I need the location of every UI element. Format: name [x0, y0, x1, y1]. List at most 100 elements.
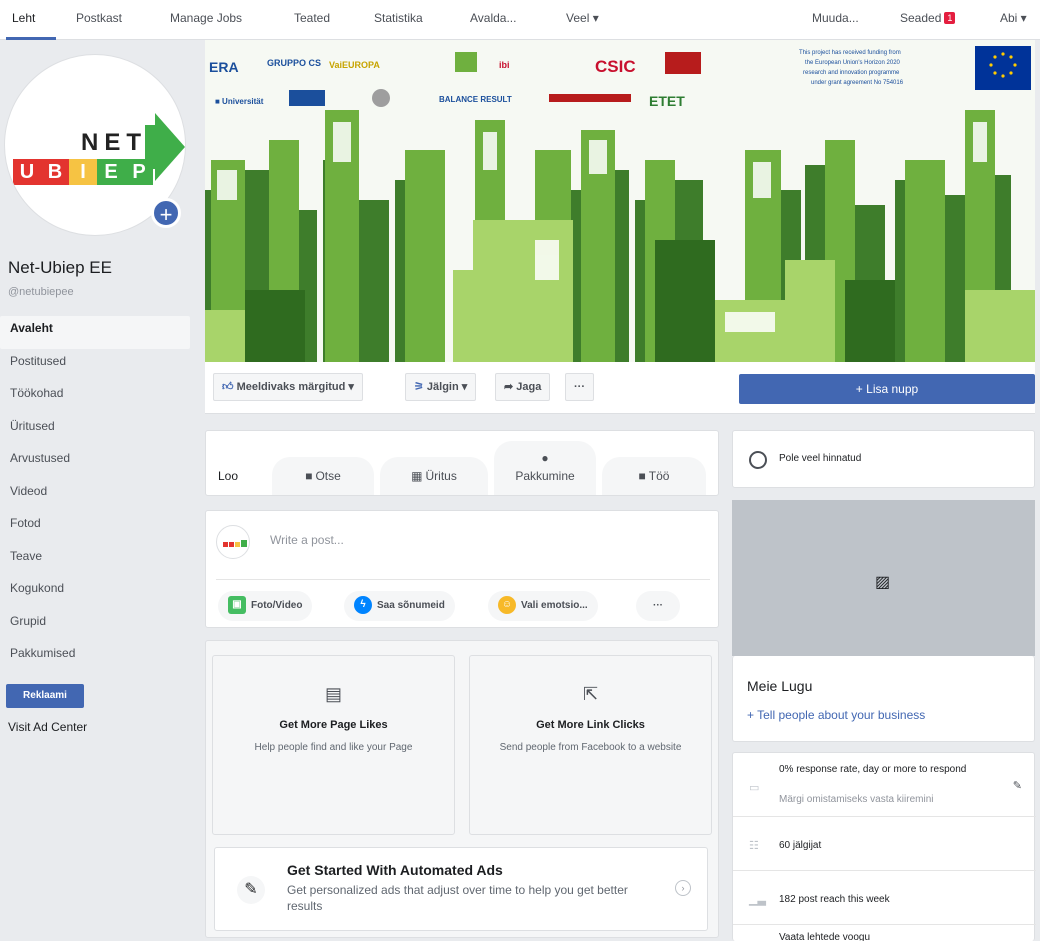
rating-text: Pole veel hinnatud	[779, 453, 862, 464]
sidebar-item-community[interactable]: Kogukond	[0, 576, 190, 609]
help-menu[interactable]: Abi ▾	[1000, 11, 1027, 25]
tab-inbox[interactable]: Postkast	[76, 11, 122, 25]
chevron-right-icon[interactable]: ›	[675, 880, 691, 896]
following-label: Jälgin ▾	[426, 381, 468, 393]
tab-offer[interactable]: ● Pakkumine	[494, 441, 596, 495]
pages-feed-row[interactable]: Vaata lehtede voogu	[733, 925, 1036, 941]
tab-live[interactable]: ■ Otse	[272, 457, 374, 495]
left-sidebar: NET U B I E P + Net-Ubiep EE @netubiepee…	[0, 40, 200, 941]
feeling-label: Vali emotsio...	[521, 600, 588, 611]
sidebar-item-posts[interactable]: Postitused	[0, 349, 190, 382]
settings-label: Seaded	[900, 11, 942, 25]
logo-letter: E	[97, 159, 125, 185]
page-avatar	[216, 525, 250, 559]
automated-ads-card[interactable]: ✎ Get Started With Automated Ads Get per…	[214, 847, 708, 931]
page-handle[interactable]: @netubiepee	[8, 286, 74, 298]
following-button[interactable]: ⚞ Jälgin ▾	[405, 373, 477, 401]
page-nav-list: Avaleht Postitused Töökohad Üritused Arv…	[0, 316, 190, 674]
svg-text:research and innovation progra: research and innovation programme	[803, 70, 900, 76]
our-story-card: Meie Lugu + Tell people about your busin…	[732, 656, 1035, 742]
tell-people-link[interactable]: + Tell people about your business	[747, 708, 925, 722]
sidebar-item-videos[interactable]: Videod	[0, 479, 190, 512]
settings-link[interactable]: Seaded 1	[900, 11, 956, 25]
liked-label: Meeldivaks märgitud ▾	[236, 381, 354, 393]
get-messages-button[interactable]: ϟ Saa sõnumeid	[344, 591, 455, 621]
sidebar-item-events[interactable]: Üritused	[0, 414, 190, 447]
share-button[interactable]: ➦ Jaga	[495, 373, 551, 401]
post-reach-text: 182 post reach this week	[779, 894, 890, 905]
sidebar-item-reviews[interactable]: Arvustused	[0, 446, 190, 479]
tab-more[interactable]: Veel ▾	[566, 11, 599, 25]
create-post-tabs: Loo ■ Otse ▦ Üritus ● Pakkumine ■ Töö	[205, 430, 719, 496]
pages-feed-link: Vaata lehtede voogu	[779, 932, 871, 941]
sidebar-item-offers[interactable]: Pakkumised	[0, 641, 190, 674]
promo-page-likes[interactable]: ▤ Get More Page Likes Help people find a…	[212, 655, 455, 835]
svg-text:This project has received fund: This project has received funding from	[799, 50, 901, 56]
automated-ads-description: Get personalized ads that adjust over ti…	[287, 883, 628, 913]
page-name: Net-Ubiep EE	[8, 258, 112, 277]
response-rate-text: 0% response rate, day or more to respond	[779, 764, 967, 775]
promo-link-clicks[interactable]: ⇱ Get More Link Clicks Send people from …	[469, 655, 712, 835]
tab-live-label: Otse	[315, 469, 341, 483]
followers-text: 60 jälgijat	[779, 840, 822, 851]
more-actions-button[interactable]: ···	[565, 373, 594, 401]
add-button[interactable]: + Lisa nupp	[739, 374, 1035, 404]
post-reach-row[interactable]: ▁▃ 182 post reach this week	[733, 871, 1036, 925]
tab-notifications[interactable]: Teated	[294, 11, 330, 25]
svg-text:VaiEUROPA: VaiEUROPA	[329, 60, 380, 70]
edit-icon[interactable]: ✎	[1013, 779, 1022, 792]
tab-insights[interactable]: Statistika	[374, 11, 423, 25]
smiley-icon: ☺	[498, 596, 516, 615]
followers-icon: ☷	[749, 840, 759, 852]
share-icon: ➦	[504, 381, 517, 393]
sidebar-item-photos[interactable]: Fotod	[0, 511, 190, 544]
promote-button[interactable]: Reklaami	[6, 684, 84, 708]
svg-text:the European Union's Horizon 2: the European Union's Horizon 2020	[805, 60, 901, 66]
promotion-panel: ▤ Get More Page Likes Help people find a…	[205, 640, 719, 938]
promo-title: Get More Link Clicks	[536, 719, 645, 731]
chat-icon: ▭	[749, 782, 760, 794]
tab-manage-jobs[interactable]: Manage Jobs	[170, 11, 242, 25]
composer-more-button[interactable]: ···	[636, 591, 680, 621]
photo-icon: ▣	[228, 596, 246, 615]
cover-photo[interactable]: ERA GRUPPO CS VaiEUROPA ibi CSIC ■ Unive…	[205, 40, 1035, 362]
sidebar-item-jobs[interactable]: Töökohad	[0, 381, 190, 414]
sidebar-item-home[interactable]: Avaleht	[0, 316, 190, 349]
tab-event[interactable]: ▦ Üritus	[380, 457, 488, 495]
update-profile-picture-button[interactable]: +	[151, 198, 181, 228]
edit-page-link[interactable]: Muuda...	[812, 11, 859, 25]
svg-text:ETET: ETET	[649, 93, 685, 109]
ad-center-link[interactable]: Visit Ad Center	[8, 720, 87, 734]
messenger-icon: ϟ	[354, 596, 372, 615]
page-action-bar: 👍︎ Meeldivaks märgitud ▾ ⚞ Jälgin ▾ ➦ Ja…	[205, 362, 1035, 414]
logo-arrow-head	[155, 113, 185, 181]
story-image-placeholder[interactable]: ▨	[732, 500, 1035, 656]
magic-wand-icon: ✎	[237, 876, 265, 904]
rss-icon: ⚞	[414, 381, 427, 393]
feeling-button[interactable]: ☺ Vali emotsio...	[488, 591, 598, 621]
tab-publish[interactable]: Avalda...	[470, 11, 516, 25]
liked-button[interactable]: 👍︎ Meeldivaks märgitud ▾	[213, 373, 363, 401]
bar-chart-icon: ▁▃	[749, 894, 766, 906]
svg-text:BALANCE RESULT: BALANCE RESULT	[439, 95, 512, 104]
write-post-input[interactable]: Write a post...	[270, 533, 344, 547]
tab-job[interactable]: ■ Töö	[602, 457, 706, 495]
photo-video-button[interactable]: ▣ Foto/Video	[218, 591, 313, 621]
tab-event-label: Üritus	[425, 469, 457, 483]
video-icon: ■	[305, 469, 313, 483]
logo-ubiep-bar: U B I E P	[13, 159, 153, 185]
response-rate-row[interactable]: ▭ 0% response rate, day or more to respo…	[733, 753, 1036, 817]
svg-text:GRUPPO CS: GRUPPO CS	[267, 58, 321, 68]
promo-description: Help people find and like your Page	[254, 742, 413, 753]
automated-ads-title: Get Started With Automated Ads	[287, 862, 503, 878]
sidebar-item-about[interactable]: Teave	[0, 544, 190, 577]
svg-text:ibi: ibi	[499, 60, 510, 70]
sidebar-item-groups[interactable]: Grupid	[0, 609, 190, 642]
followers-row[interactable]: ☷ 60 jälgijat	[733, 817, 1036, 871]
share-label: Jaga	[516, 381, 542, 393]
promo-description: Send people from Facebook to a website	[499, 742, 682, 753]
promo-title: Get More Page Likes	[279, 719, 388, 731]
photo-video-label: Foto/Video	[251, 600, 303, 611]
tab-page[interactable]: Leht	[12, 11, 35, 25]
offer-icon: ●	[541, 451, 549, 465]
